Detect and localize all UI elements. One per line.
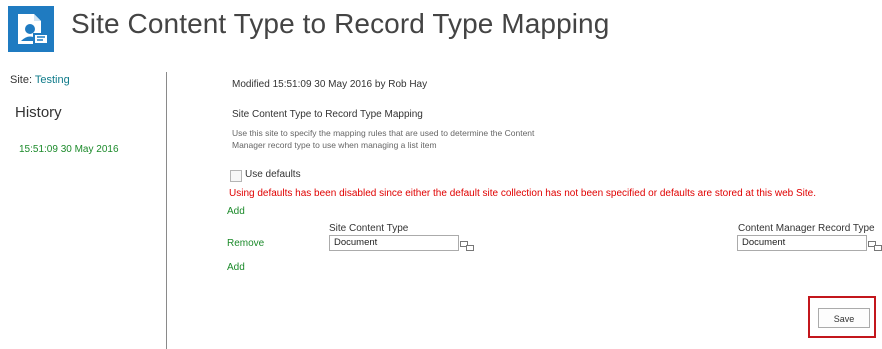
- add-mapping-link-bottom[interactable]: Add: [227, 262, 245, 273]
- section-heading: Site Content Type to Record Type Mapping: [232, 109, 423, 120]
- site-label: Site:: [10, 74, 33, 86]
- browse-content-type-icon[interactable]: [460, 238, 474, 251]
- defaults-disabled-warning: Using defaults has been disabled since e…: [229, 188, 817, 199]
- page-title: Site Content Type to Record Type Mapping: [71, 8, 610, 39]
- record-mapping-icon: [8, 6, 54, 52]
- use-defaults-checkbox[interactable]: [230, 170, 242, 182]
- add-mapping-link-top[interactable]: Add: [227, 206, 245, 217]
- site-link[interactable]: Testing: [35, 74, 70, 86]
- site-breadcrumb: Site: Testing: [10, 74, 70, 86]
- site-content-type-input[interactable]: Document: [329, 235, 459, 251]
- use-defaults-label: Use defaults: [245, 169, 301, 180]
- record-type-input[interactable]: Document: [737, 235, 867, 251]
- page: Site Content Type to Record Type Mapping…: [0, 0, 882, 349]
- remove-mapping-link[interactable]: Remove: [227, 238, 264, 249]
- nav-divider: [166, 72, 167, 349]
- history-item[interactable]: 15:51:09 30 May 2016: [19, 144, 119, 155]
- save-button[interactable]: Save: [818, 308, 870, 328]
- site-content-type-header: Site Content Type: [329, 223, 409, 234]
- browse-record-type-icon[interactable]: [868, 238, 882, 251]
- modified-info: Modified 15:51:09 30 May 2016 by Rob Hay: [232, 79, 428, 90]
- history-heading: History: [15, 104, 62, 121]
- section-description: Use this site to specify the mapping rul…: [232, 128, 535, 150]
- record-type-header: Content Manager Record Type: [738, 223, 875, 234]
